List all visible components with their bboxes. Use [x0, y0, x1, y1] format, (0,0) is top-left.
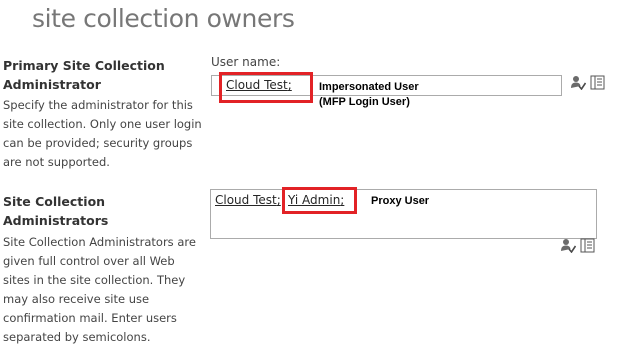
- site-admins-heading-line1: Site Collection: [3, 194, 106, 209]
- desc-line: separated by semicolons.: [3, 330, 151, 344]
- desc-line: confirmation mail. Enter users: [3, 311, 177, 325]
- site-admins-description: Site Collection Administrators are given…: [3, 233, 203, 347]
- annotation-line2: (MFP Login User): [319, 96, 410, 108]
- desc-line: may also receive site use: [3, 292, 150, 306]
- address-book-icon[interactable]: [580, 238, 595, 253]
- desc-line: can be provided; security groups: [3, 136, 193, 150]
- desc-line: Specify the administrator for this: [3, 98, 193, 112]
- desc-line: given full control over all Web: [3, 254, 175, 268]
- proxy-user-highlight: [282, 187, 357, 214]
- user-name: Cloud Test: [215, 193, 277, 207]
- desc-line: sites in the site collection. They: [3, 273, 186, 287]
- impersonated-user-highlight: [219, 72, 313, 103]
- desc-line: are not supported.: [3, 155, 110, 169]
- primary-admin-heading: Primary Site Collection Administrator: [3, 56, 203, 94]
- site-admin-user-token[interactable]: Cloud Test;: [215, 193, 281, 207]
- desc-line: site collection. Only one user login: [3, 117, 202, 131]
- page-title: site collection owners: [32, 4, 295, 33]
- separator: ;: [276, 193, 281, 207]
- check-names-icon[interactable]: [571, 75, 586, 90]
- impersonated-user-annotation: Impersonated User (MFP Login User): [319, 80, 419, 110]
- proxy-user-annotation: Proxy User: [371, 195, 430, 207]
- site-admins-heading: Site Collection Administrators: [3, 192, 203, 230]
- site-admins-heading-line2: Administrators: [3, 213, 109, 228]
- address-book-icon[interactable]: [590, 75, 605, 90]
- user-name-label: User name:: [211, 55, 281, 69]
- primary-admin-heading-line1: Primary Site Collection: [3, 58, 165, 73]
- check-names-icon[interactable]: [561, 238, 576, 253]
- primary-admin-heading-line2: Administrator: [3, 77, 101, 92]
- annotation-line1: Impersonated User: [319, 81, 419, 93]
- primary-admin-description: Specify the administrator for this site …: [3, 96, 203, 172]
- desc-line: Site Collection Administrators are: [3, 235, 196, 249]
